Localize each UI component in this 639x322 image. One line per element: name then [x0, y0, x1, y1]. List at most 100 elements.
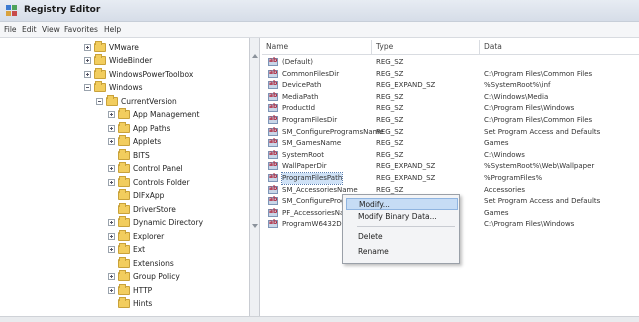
tree-node[interactable]: App Management	[108, 108, 200, 121]
tree-node-label: CurrentVersion	[121, 96, 177, 106]
tree-node-label: VMware	[109, 42, 139, 52]
header-divider	[262, 54, 639, 55]
tree-node[interactable]: Controls Folder	[108, 175, 190, 188]
tree-node[interactable]: BITS	[108, 148, 150, 161]
leaf-spacer	[108, 192, 115, 199]
tree-node[interactable]: Extensions	[108, 256, 174, 269]
value-type: REG_SZ	[376, 127, 404, 136]
expand-icon[interactable]	[108, 165, 115, 172]
tree-node[interactable]: Applets	[108, 135, 161, 148]
tree-node-label: Control Panel	[133, 164, 183, 173]
tree-node-label: WindowsPowerToolbox	[109, 69, 194, 79]
string-value-icon	[268, 185, 278, 194]
tree-node[interactable]: DIFxApp	[108, 189, 165, 202]
tree-node[interactable]: WideBinder	[84, 54, 152, 67]
string-value-icon	[268, 196, 278, 206]
value-row[interactable]: ProductId REG_SZ C:\Program Files\Windows	[262, 103, 639, 114]
tree-node[interactable]: Windows	[84, 81, 143, 94]
value-row[interactable]: ProgramFilesPath REG_EXPAND_SZ %ProgramFil…	[262, 172, 639, 185]
value-data: Set Program Access and Defaults	[484, 127, 601, 136]
tree-node[interactable]: Ext	[108, 243, 146, 256]
tree-node-label: Extensions	[133, 258, 174, 268]
collapse-icon[interactable]	[96, 97, 103, 105]
expand-icon[interactable]	[108, 124, 115, 132]
value-row[interactable]: MediaPath REG_SZ C:\Windows\Media	[262, 92, 639, 103]
value-row[interactable]: SM_ConfigureProgramsNameREG_SZ Set Progra…	[262, 127, 639, 138]
value-type: REG_SZ	[376, 69, 404, 78]
registry-key-tree[interactable]: VMware WideBinder WindowsPowerToolbox Windo…	[0, 38, 250, 316]
tree-node[interactable]: DriverStore	[108, 202, 176, 215]
values-pane[interactable]: Name Type Data (Default)REG_SZCommonFile…	[262, 38, 639, 316]
menu-help[interactable]: Help	[104, 25, 121, 34]
tree-node[interactable]: WindowsPowerToolbox	[84, 67, 194, 80]
expand-icon[interactable]	[108, 138, 115, 145]
tree-node[interactable]: VMware	[84, 40, 139, 53]
expand-icon[interactable]	[108, 111, 115, 118]
expand-icon[interactable]	[84, 43, 91, 51]
value-name: CommonFilesDir	[282, 69, 340, 78]
registry-editor-icon	[6, 5, 17, 16]
tree-node[interactable]: Dynamic Directory	[108, 216, 204, 229]
scroll-down-icon[interactable]	[252, 224, 258, 228]
expand-icon[interactable]	[84, 57, 91, 64]
expand-icon[interactable]	[108, 232, 115, 240]
value-row[interactable]: ProgramFilesDir REG_SZ C:\Program Files\Co…	[262, 115, 639, 126]
menu-favorites[interactable]: Favorites	[64, 25, 98, 34]
title-bar: Registry Editor	[0, 0, 639, 22]
tree-node-label: Windows	[109, 83, 143, 92]
context-menu-rename[interactable]: Rename	[346, 246, 458, 258]
expand-icon[interactable]	[108, 246, 115, 253]
value-data: Games	[484, 139, 509, 148]
tree-node[interactable]: Hints	[108, 297, 152, 310]
expand-icon[interactable]	[108, 273, 115, 280]
scroll-up-icon[interactable]	[252, 54, 258, 58]
string-value-icon	[268, 208, 278, 217]
folder-icon	[118, 175, 130, 187]
tree-node-label: HTTP	[133, 285, 153, 295]
context-menu-modify-binary[interactable]: Modify Binary Data...	[346, 211, 458, 223]
menu-edit[interactable]: Edit	[22, 25, 37, 34]
tree-node-label: Controls Folder	[133, 177, 190, 187]
folder-icon	[118, 283, 130, 295]
tree-node-label: App Management	[133, 110, 200, 119]
context-menu-delete[interactable]: Delete	[346, 231, 458, 243]
tree-node-label: Explorer	[133, 231, 165, 241]
tree-node[interactable]: App Paths	[108, 121, 170, 134]
value-row[interactable]: CommonFilesDir REG_SZ C:\Program Files\Com…	[262, 69, 639, 80]
value-row[interactable]: (Default) REG_SZ	[262, 57, 639, 68]
value-row[interactable]: DevicePath REG_EXPAND_SZ %SystemRoot%\inf	[262, 80, 639, 91]
value-type: REG_SZ	[376, 150, 404, 159]
collapse-icon[interactable]	[84, 84, 91, 91]
value-data: Accessories	[484, 185, 526, 194]
expand-icon[interactable]	[108, 286, 115, 294]
value-type: REG_SZ	[376, 116, 404, 124]
value-type: REG_SZ	[376, 58, 404, 66]
context-menu-separator	[357, 226, 455, 227]
string-value-icon	[268, 150, 278, 159]
context-menu-modify[interactable]: Modify...	[346, 198, 458, 210]
tree-node[interactable]: Explorer	[108, 229, 165, 242]
tree-node-label: DriverStore	[133, 204, 176, 214]
pane-splitter[interactable]	[250, 38, 260, 316]
column-header-name[interactable]: Name	[262, 40, 372, 54]
column-header-data[interactable]: Data	[480, 40, 639, 54]
tree-node[interactable]: Control Panel	[108, 162, 183, 175]
tree-node-label: Dynamic Directory	[133, 218, 204, 227]
menu-view[interactable]: View	[42, 25, 60, 34]
value-row[interactable]: WallPaperDir REG_EXPAND_SZ %SystemRoot%\We…	[262, 161, 639, 172]
tree-node[interactable]: CurrentVersion	[96, 94, 177, 107]
expand-icon[interactable]	[108, 178, 115, 186]
tree-node[interactable]: Group Policy	[108, 270, 180, 283]
expand-icon[interactable]	[108, 219, 115, 226]
value-row[interactable]: SystemRoot REG_SZ C:\Windows	[262, 150, 639, 161]
folder-icon	[118, 135, 130, 146]
tree-node[interactable]: HTTP	[108, 283, 153, 296]
menu-file[interactable]: File	[4, 25, 17, 34]
tree-node-label: DIFxApp	[133, 191, 165, 200]
column-header-type[interactable]: Type	[372, 40, 480, 54]
expand-icon[interactable]	[84, 70, 91, 78]
tree-node-label: Ext	[133, 245, 146, 254]
folder-icon	[94, 54, 106, 65]
value-row[interactable]: SM_GamesName REG_SZ Games	[262, 138, 639, 149]
value-data: C:\Windows	[484, 150, 525, 159]
